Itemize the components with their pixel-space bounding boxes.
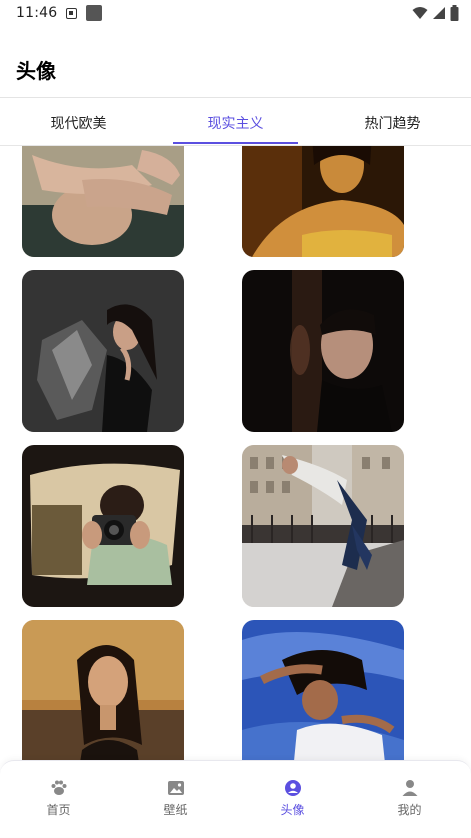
page-title: 头像 (16, 59, 56, 83)
paw-icon (51, 780, 66, 795)
nav-item-home[interactable]: 首页 (0, 761, 117, 838)
wifi-icon (412, 7, 428, 19)
avatar-photo-camera-in-mirror[interactable] (22, 445, 184, 607)
nav-item-avatar[interactable]: 头像 (234, 761, 351, 838)
app-header: 头像 (0, 28, 471, 98)
active-tab-indicator (173, 142, 298, 144)
nav-label-home: 首页 (46, 803, 71, 817)
tab-hot-trends[interactable]: 热门趋势 (314, 98, 471, 145)
status-icons (412, 5, 459, 21)
avatar-photo-man-dark-profile[interactable] (242, 270, 404, 432)
avatar-photo-woman-warm-portrait[interactable] (22, 620, 184, 760)
avatar-photo-hands-over-face[interactable] (22, 146, 184, 257)
nav-label-mine: 我的 (397, 803, 422, 817)
image-icon (167, 781, 184, 795)
nav-item-wallpaper[interactable]: 壁纸 (117, 761, 234, 838)
bottom-navigation: 首页 壁纸 头像 我的 (0, 760, 471, 837)
battery-icon (450, 5, 459, 21)
app-notification-icon (86, 5, 102, 21)
avatar-photo-woman-feathers[interactable] (22, 270, 184, 432)
tab-realism[interactable]: 现实主义 (157, 98, 314, 145)
nav-item-mine[interactable]: 我的 (351, 761, 468, 838)
notification-icon (66, 8, 77, 19)
nav-label-wallpaper: 壁纸 (163, 803, 188, 817)
status-time: 11:46 (16, 5, 58, 21)
category-tabs: 现代欧美 现实主义 热门趋势 (0, 98, 471, 146)
signal-icon (433, 7, 445, 19)
avatar-photo-woman-blue-sheets[interactable] (242, 620, 404, 760)
nav-label-avatar: 头像 (280, 803, 305, 817)
avatar-grid (0, 146, 471, 760)
tab-modern-western[interactable]: 现代欧美 (0, 98, 157, 145)
avatar-photo-skateboard-street[interactable] (242, 445, 404, 607)
avatar-photo-woman-orange-light[interactable] (242, 146, 404, 257)
user-circle-icon (284, 780, 301, 796)
status-bar: 11:46 (0, 0, 471, 28)
person-icon (402, 780, 417, 796)
